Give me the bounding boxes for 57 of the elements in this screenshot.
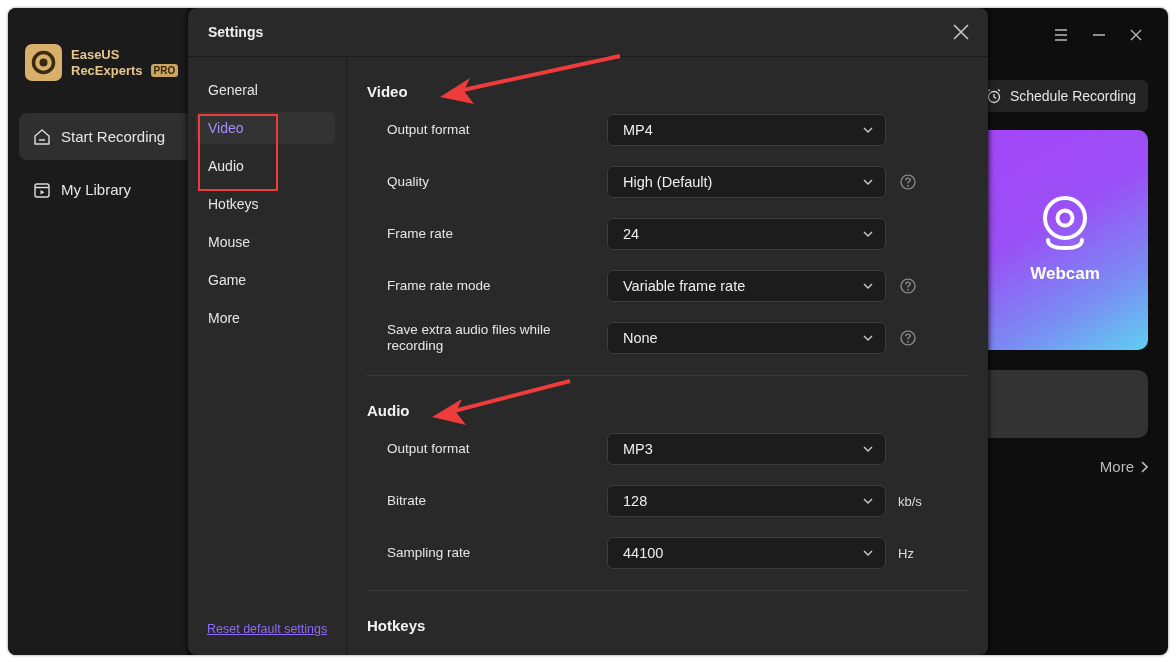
settings-nav-item[interactable]: Mouse <box>196 226 335 258</box>
setting-label: Save extra audio files while recording <box>387 322 552 354</box>
dropdown[interactable]: 24 <box>607 218 886 250</box>
chevron-down-icon <box>863 283 873 289</box>
chevron-down-icon <box>863 179 873 185</box>
setting-label: Frame rate <box>387 226 455 242</box>
section-heading: Video <box>367 82 408 102</box>
setting-label: Quality <box>387 174 431 190</box>
logo-icon <box>25 44 62 81</box>
dropdown[interactable]: MP3 <box>607 433 886 465</box>
library-icon <box>33 180 51 199</box>
settings-nav-item[interactable]: Game <box>196 264 335 296</box>
chevron-down-icon <box>863 498 873 504</box>
setting-label: Output format <box>387 441 471 457</box>
chevron-down-icon <box>863 127 873 133</box>
settings-nav-item[interactable]: General <box>196 74 335 106</box>
chevron-down-icon <box>863 446 873 452</box>
dropdown[interactable]: None <box>607 322 886 354</box>
section-heading: Audio <box>367 401 410 421</box>
unit-label: Hz <box>898 545 914 561</box>
alarm-clock-icon <box>985 88 1002 104</box>
help-icon[interactable] <box>900 174 916 190</box>
unit-label: kb/s <box>898 493 922 509</box>
dropdown[interactable]: Variable frame rate <box>607 270 886 302</box>
dropdown[interactable]: High (Default) <box>607 166 886 198</box>
help-icon[interactable] <box>900 278 916 294</box>
setting-label: Sampling rate <box>387 545 472 561</box>
settings-nav-item[interactable]: Audio <box>196 150 335 182</box>
dropdown[interactable]: 44100 <box>607 537 886 569</box>
chevron-right-icon <box>1140 460 1148 473</box>
home-icon <box>33 127 51 146</box>
dropdown[interactable]: MP4 <box>607 114 886 146</box>
chevron-down-icon <box>863 231 873 237</box>
setting-label: Bitrate <box>387 493 428 509</box>
pro-badge: PRO <box>150 64 179 77</box>
settings-nav-item[interactable]: Video <box>196 112 335 144</box>
sidebar-item[interactable]: Start Recording <box>19 113 188 160</box>
close-icon[interactable] <box>1130 29 1142 41</box>
dialog-title: Settings <box>208 24 264 40</box>
settings-nav-item[interactable]: More <box>196 302 335 334</box>
more-link[interactable]: More <box>1099 458 1148 475</box>
chevron-down-icon <box>863 550 873 556</box>
setting-label: Output format <box>387 122 471 138</box>
minimize-icon[interactable] <box>1092 34 1106 36</box>
section-heading: Hotkeys <box>367 616 426 636</box>
sidebar-item[interactable]: My Library <box>19 166 188 213</box>
menu-icon[interactable] <box>1054 29 1068 41</box>
reset-default-settings-link[interactable]: Reset default settings <box>207 622 335 636</box>
app-name: EaseUS <box>71 47 121 62</box>
setting-label: Frame rate mode <box>387 278 492 294</box>
close-icon[interactable] <box>953 24 969 40</box>
chevron-down-icon <box>863 335 873 341</box>
webcam-icon <box>1041 196 1089 252</box>
app-name: RecExperts <box>71 63 143 78</box>
help-icon[interactable] <box>900 330 916 346</box>
settings-nav-item[interactable]: Hotkeys <box>196 188 335 220</box>
dropdown[interactable]: 128 <box>607 485 886 517</box>
